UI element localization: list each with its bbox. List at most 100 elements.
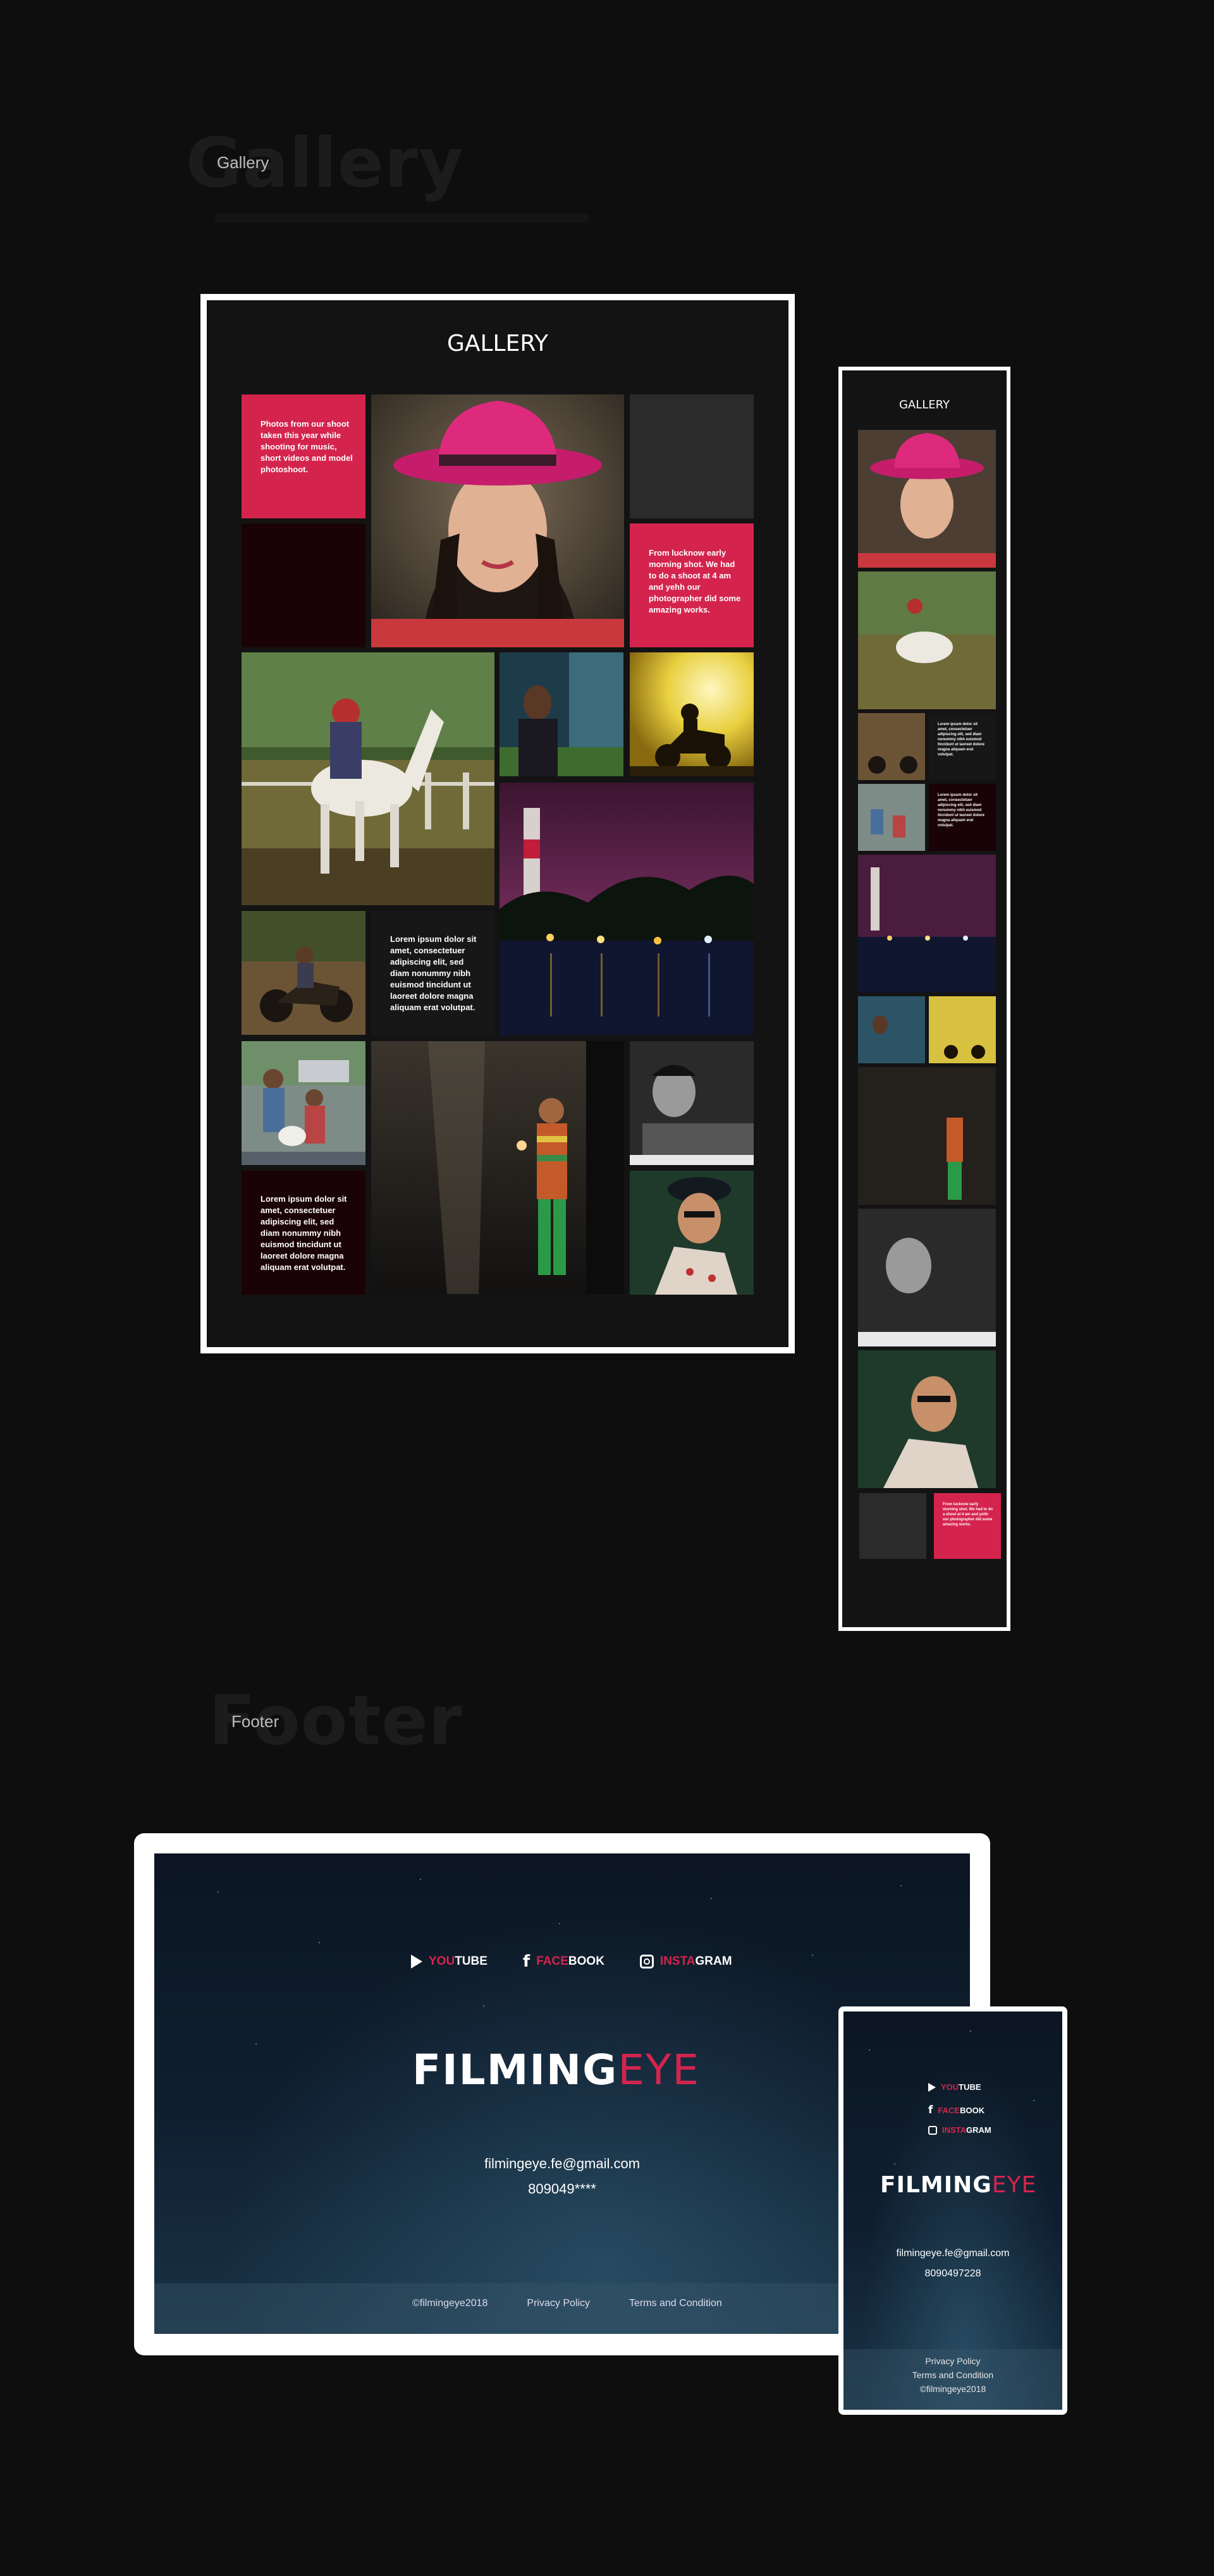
- gallery-photo-man-on-bike[interactable]: [242, 911, 365, 1035]
- m-man-bw-image: [858, 1209, 996, 1346]
- gallery-photo-man-bw[interactable]: [630, 1041, 754, 1165]
- gallery-tile-lorem-maroon-text: Lorem ipsum dolor sit amet, consectetuer…: [261, 1194, 347, 1272]
- woman-sunglasses-image: [630, 1171, 754, 1295]
- youtube-label-accent: YOU: [429, 1955, 455, 1968]
- facebook-label-accent: FACE: [536, 1955, 568, 1968]
- mobile-footer-brand: FILMINGEYE: [880, 2172, 1036, 2198]
- footer-privacy-link[interactable]: Privacy Policy: [527, 2298, 590, 2309]
- youtube-link[interactable]: YOUTUBE: [411, 1955, 487, 1969]
- m-tile-blank-gray: [859, 1493, 926, 1559]
- gallery-photo-man-portrait[interactable]: [500, 652, 623, 776]
- m-youtube-link[interactable]: YOUTUBE: [928, 2082, 981, 2092]
- mobile-gallery-frame: GALLERY Lorem ipsum dolor sit amet, cons…: [838, 367, 1010, 1631]
- m-photo-horse-rider[interactable]: [858, 571, 996, 709]
- m-facebook-rest: BOOK: [960, 2105, 985, 2115]
- gallery-tile-info-1-text: Photos from our shoot taken this year wh…: [261, 419, 353, 474]
- m-footer-terms[interactable]: Terms and Condition: [843, 2368, 1062, 2382]
- gallery-tile-blank-maroon: [242, 523, 365, 647]
- gallery-photo-kids-goat[interactable]: [242, 1041, 365, 1165]
- desktop-social-links: YOUTUBE f FACEBOOK INSTAGRAM: [411, 1952, 732, 1971]
- m-footer-copyright: ©filmingeye2018: [919, 2384, 986, 2394]
- facebook-label-rest: BOOK: [568, 1955, 604, 1968]
- m-youtube-accent: YOU: [941, 2082, 959, 2092]
- footer-section-label: Footer: [231, 1712, 279, 1731]
- m-instagram-link[interactable]: INSTAGRAM: [928, 2125, 991, 2135]
- m-facebook-accent: FACE: [938, 2105, 960, 2115]
- gallery-tile-info-2-text: From lucknow early morning shot. We had …: [649, 548, 741, 614]
- m-tile-lorem-1: Lorem ipsum dolor sit amet, consectetuer…: [929, 713, 996, 780]
- man-bw-image: [630, 1041, 754, 1165]
- kids-goat-image: [242, 1041, 365, 1165]
- gallery-tile-info-1: Photos from our shoot taken this year wh…: [242, 394, 365, 518]
- man-on-bike-image: [242, 911, 365, 1035]
- m-kids-goat-image: [858, 784, 925, 851]
- gallery-photo-horse-rider[interactable]: [242, 652, 494, 905]
- desktop-gallery-frame: GALLERY Photos from our shoot taken this…: [200, 294, 795, 1353]
- desktop-footer-links: ©filmingeye2018 Privacy Policy Terms and…: [412, 2298, 722, 2309]
- desktop-footer-brand: FILMINGEYE: [412, 2046, 700, 2094]
- m-photo-lighthouse-night[interactable]: [858, 855, 996, 992]
- m-photo-child-light[interactable]: [858, 1067, 996, 1205]
- gallery-tile-lorem-maroon: Lorem ipsum dolor sit amet, consectetuer…: [242, 1171, 365, 1295]
- m-photo-man-on-bike[interactable]: [858, 713, 925, 780]
- child-light-image: [371, 1041, 624, 1294]
- m-footer-privacy[interactable]: Privacy Policy: [843, 2354, 1062, 2368]
- m-facebook-icon: f: [928, 2104, 933, 2116]
- m-photo-kids-goat[interactable]: [858, 784, 925, 851]
- mobile-gallery-title: GALLERY: [898, 398, 950, 412]
- m-lighthouse-night-image: [858, 855, 996, 992]
- desktop-gallery-panel: GALLERY Photos from our shoot taken this…: [207, 300, 788, 1347]
- motorbike-sunset-image: [630, 652, 754, 776]
- gallery-photo-child-light[interactable]: [371, 1041, 624, 1294]
- gallery-photo-motorbike-sunset[interactable]: [630, 652, 754, 776]
- m-instagram-rest: GRAM: [966, 2125, 991, 2135]
- m-tile-info-red: From lucknow early morning shot. We had …: [934, 1493, 1001, 1559]
- facebook-link[interactable]: f FACEBOOK: [523, 1952, 604, 1971]
- m-footer-email[interactable]: filmingeye.fe@gmail.com: [843, 2248, 1062, 2259]
- mobile-footer-panel: YOUTUBE f FACEBOOK INSTAGRAM FILMINGEYE …: [843, 2011, 1062, 2410]
- m-photo-woman-sunglasses[interactable]: [858, 1350, 996, 1488]
- m-tile-lorem-2: Lorem ipsum dolor sit amet, consectetuer…: [929, 784, 996, 851]
- man-portrait-image: [500, 652, 623, 776]
- m-youtube-rest: TUBE: [959, 2082, 981, 2092]
- gallery-tile-lorem-dark: Lorem ipsum dolor sit amet, consectetuer…: [371, 911, 495, 1035]
- youtube-play-icon: [411, 1955, 422, 1969]
- m-tile-lorem-1-text: Lorem ipsum dolor sit amet, consectetuer…: [938, 723, 985, 757]
- girl-pink-hat-image: [371, 394, 624, 647]
- m-facebook-link[interactable]: f FACEBOOK: [928, 2104, 984, 2116]
- brand-accent: EYE: [618, 2046, 701, 2094]
- gallery-photo-girl-pink-hat[interactable]: [371, 394, 624, 647]
- m-child-light-image: [858, 1067, 996, 1205]
- gallery-tile-blank-gray: [630, 394, 754, 518]
- m-photo-motorbike-sunset[interactable]: [929, 996, 996, 1063]
- mobile-gallery-panel: GALLERY Lorem ipsum dolor sit amet, cons…: [842, 370, 1007, 1627]
- m-brand-accent: EYE: [991, 2172, 1037, 2198]
- m-youtube-play-icon: [928, 2082, 936, 2092]
- instagram-link[interactable]: INSTAGRAM: [639, 1955, 732, 1969]
- instagram-label-rest: GRAM: [695, 1955, 732, 1968]
- m-photo-girl-pink-hat[interactable]: [858, 430, 996, 568]
- instagram-icon: [639, 1955, 654, 1969]
- gallery-tile-info-2: From lucknow early morning shot. We had …: [630, 523, 754, 647]
- gallery-tile-lorem-dark-text: Lorem ipsum dolor sit amet, consectetuer…: [390, 934, 477, 1012]
- instagram-label-accent: INSTA: [659, 1955, 696, 1968]
- m-photo-man-portrait[interactable]: [858, 996, 925, 1063]
- facebook-icon: f: [522, 1952, 530, 1971]
- gallery-photo-lighthouse-night[interactable]: [500, 783, 754, 1035]
- m-woman-sunglasses-image: [858, 1350, 996, 1488]
- m-photo-man-bw[interactable]: [858, 1209, 996, 1346]
- footer-terms-link[interactable]: Terms and Condition: [629, 2298, 722, 2309]
- m-man-on-bike-image: [858, 713, 925, 780]
- m-horse-rider-image: [858, 571, 996, 709]
- m-man-portrait-image: [858, 996, 925, 1063]
- m-footer-phone: 8090497228: [924, 2268, 981, 2279]
- m-motorbike-sunset-image: [929, 996, 996, 1063]
- brand-main: FILMING: [412, 2046, 618, 2094]
- gallery-section-label: Gallery: [217, 153, 269, 172]
- mobile-footer-frame: YOUTUBE f FACEBOOK INSTAGRAM FILMINGEYE …: [838, 2006, 1067, 2415]
- m-girl-pink-hat-image: [858, 430, 996, 568]
- gallery-photo-woman-sunglasses[interactable]: [630, 1171, 754, 1295]
- lighthouse-night-image: [500, 783, 754, 1035]
- gallery-subtitle-placeholder: [215, 214, 588, 223]
- gallery-title: GALLERY: [446, 331, 549, 357]
